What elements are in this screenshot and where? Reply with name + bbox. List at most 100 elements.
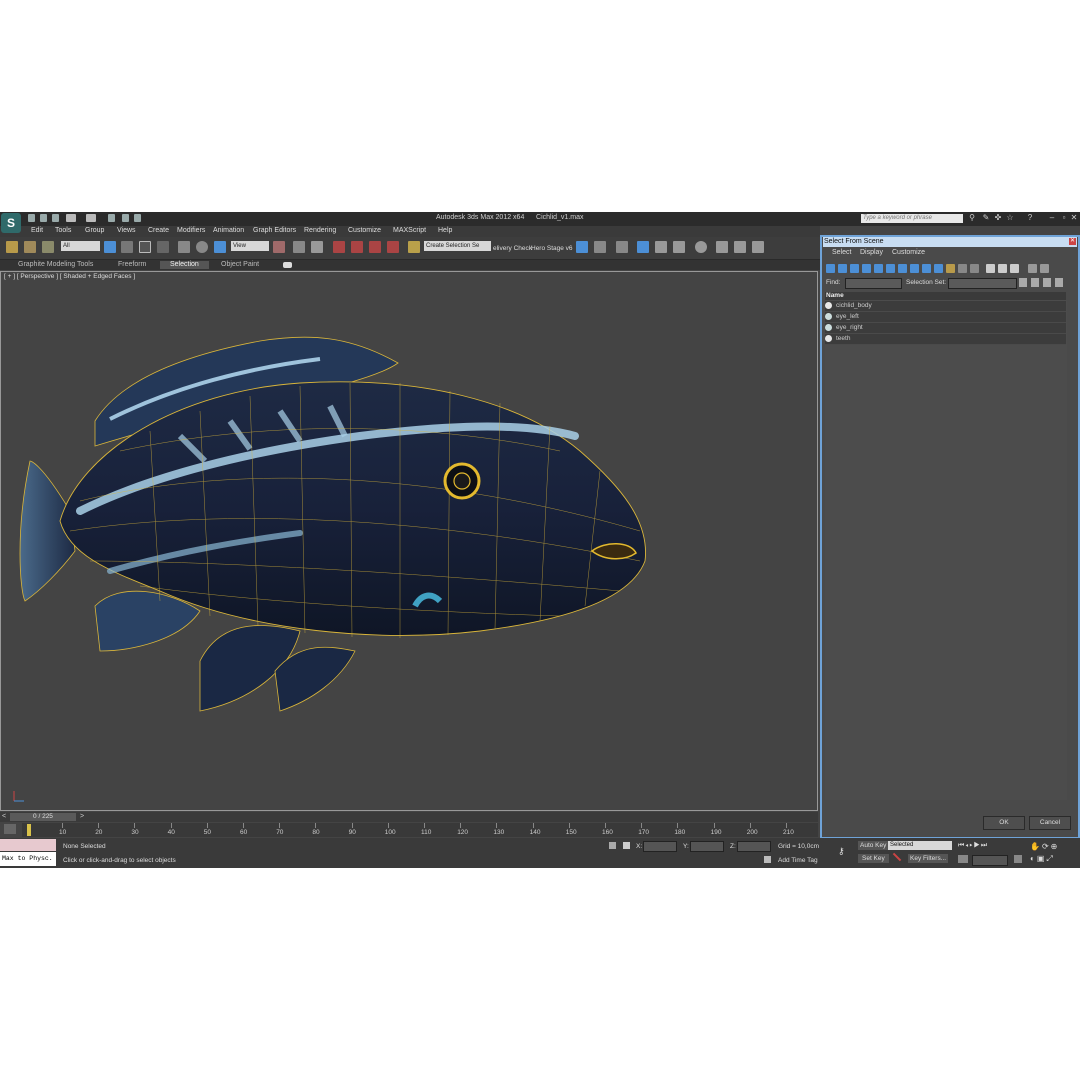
menu-help[interactable]: Help xyxy=(438,227,452,234)
named-selection-dropdown[interactable]: Create Selection Se xyxy=(424,241,491,251)
graphite-toggle-icon[interactable] xyxy=(637,241,649,253)
time-prev-icon[interactable]: < xyxy=(2,813,6,820)
save-file-icon[interactable] xyxy=(52,214,59,222)
y-coord-field[interactable] xyxy=(690,841,724,852)
rectangle-selection-icon[interactable] xyxy=(139,241,151,253)
favorites-star-icon[interactable]: ☆ xyxy=(1006,214,1014,222)
select-invert-icon[interactable] xyxy=(1055,278,1063,287)
viewport-navigation-controls[interactable]: ✋⟳⊕ ◐▣⤢ xyxy=(1030,841,1078,865)
close-icon[interactable]: ✕ xyxy=(1070,214,1078,222)
add-time-tag[interactable]: Add Time Tag xyxy=(778,857,818,864)
dialog-menu-display[interactable]: Display xyxy=(860,249,883,256)
menu-group[interactable]: Group xyxy=(85,227,104,234)
absolute-mode-icon[interactable] xyxy=(623,842,630,849)
new-file-icon[interactable] xyxy=(28,214,35,222)
sync-selection-icon[interactable] xyxy=(1010,264,1019,273)
list-item[interactable]: cichlid_body xyxy=(825,301,1066,312)
find-input[interactable] xyxy=(845,278,902,289)
display-shapes-icon[interactable] xyxy=(838,264,847,273)
menu-graph-editors[interactable]: Graph Editors xyxy=(253,227,296,234)
display-hidden-icon[interactable] xyxy=(958,264,967,273)
open-file-icon[interactable] xyxy=(40,214,47,222)
display-frozen-icon[interactable] xyxy=(946,264,955,273)
display-helpers-icon[interactable] xyxy=(874,264,883,273)
time-slider-thumb[interactable]: 0 / 225 xyxy=(10,813,76,821)
list-item[interactable]: teeth xyxy=(825,334,1066,345)
display-all-icon[interactable] xyxy=(970,264,979,273)
lock-selection-icon[interactable] xyxy=(609,842,616,849)
rendered-frame-window-icon[interactable] xyxy=(734,241,746,253)
fish-model[interactable] xyxy=(0,271,818,811)
rotate-icon[interactable] xyxy=(196,241,208,253)
restore-icon[interactable]: ▫ xyxy=(1060,214,1068,222)
menu-create[interactable]: Create xyxy=(148,227,169,234)
display-bones-icon[interactable] xyxy=(922,264,931,273)
list-item[interactable]: eye_right xyxy=(825,323,1066,334)
menu-rendering[interactable]: Rendering xyxy=(304,227,336,234)
selection-filter-dropdown[interactable]: All xyxy=(61,241,100,251)
dialog-menu-customize[interactable]: Customize xyxy=(892,249,925,256)
help-icon[interactable]: ? xyxy=(1026,214,1034,222)
key-mode-toggle-icon[interactable] xyxy=(958,855,968,863)
tab-selection[interactable]: Selection xyxy=(160,261,209,269)
menu-tools[interactable]: Tools xyxy=(55,227,71,234)
pivot-center-icon[interactable] xyxy=(273,241,285,253)
time-slider[interactable] xyxy=(0,812,818,822)
cancel-button[interactable]: Cancel xyxy=(1029,816,1071,830)
dialog-menu-select[interactable]: Select xyxy=(832,249,851,256)
time-config-icon[interactable] xyxy=(1014,855,1022,863)
tab-freeform[interactable]: Freeform xyxy=(118,261,146,269)
tools-icon[interactable]: ✎ xyxy=(982,214,990,222)
align-icon[interactable] xyxy=(594,241,606,253)
display-space-warps-icon[interactable] xyxy=(886,264,895,273)
menu-modifiers[interactable]: Modifiers xyxy=(177,227,205,234)
minimize-icon[interactable]: – xyxy=(1048,214,1056,222)
menu-edit[interactable]: Edit xyxy=(31,227,43,234)
display-xrefs-icon[interactable] xyxy=(910,264,919,273)
select-object-icon[interactable] xyxy=(104,241,116,253)
maxscript-listener-input[interactable]: Max to Physc. xyxy=(0,852,56,866)
curve-editor-icon[interactable] xyxy=(655,241,667,253)
z-coord-field[interactable] xyxy=(737,841,771,852)
spinner-snap-icon[interactable] xyxy=(387,241,399,253)
filter-options-icon[interactable] xyxy=(1040,264,1049,273)
selection-set-options-icon[interactable] xyxy=(1019,278,1027,287)
dialog-close-icon[interactable]: ✕ xyxy=(1069,238,1076,245)
help-search-input[interactable]: Type a keyword or phrase xyxy=(861,214,963,223)
hero-stage-label[interactable]: Hero Stage v6 xyxy=(531,245,573,252)
menu-maxscript[interactable]: MAXScript xyxy=(393,227,426,234)
render-setup-icon[interactable] xyxy=(716,241,728,253)
list-item[interactable]: eye_left xyxy=(825,312,1066,323)
render-teapot-icon[interactable] xyxy=(752,241,764,253)
menu-customize[interactable]: Customize xyxy=(348,227,381,234)
select-none-icon[interactable] xyxy=(1043,278,1051,287)
layer-manager-icon[interactable] xyxy=(616,241,628,253)
display-none-icon[interactable] xyxy=(986,264,995,273)
unlink-icon[interactable] xyxy=(24,241,36,253)
key-icon[interactable]: ⚷ xyxy=(838,847,852,856)
object-list[interactable] xyxy=(825,300,1067,800)
auto-key-button[interactable]: Auto Key xyxy=(858,841,889,850)
select-by-name-icon[interactable] xyxy=(121,241,133,253)
binoculars-icon[interactable]: ⚲ xyxy=(968,214,976,222)
x-coord-field[interactable] xyxy=(643,841,677,852)
time-next-icon[interactable]: > xyxy=(80,813,84,820)
set-key-button[interactable]: Set Key xyxy=(858,854,889,863)
reference-coord-dropdown[interactable]: View xyxy=(231,241,269,251)
display-geometry-icon[interactable] xyxy=(826,264,835,273)
playback-controls[interactable]: ⏮◂▸▶⏭ xyxy=(958,842,1010,850)
bind-space-warp-icon[interactable] xyxy=(42,241,54,253)
project-folder-icon[interactable] xyxy=(108,214,115,222)
delivery-check-label[interactable]: elivery Check xyxy=(493,245,532,252)
edit-named-selection-icon[interactable] xyxy=(408,241,420,253)
key-filters-button[interactable]: Key Filters... xyxy=(908,854,949,863)
mini-curve-editor-icon[interactable] xyxy=(4,824,16,834)
ribbon-toggle-icon[interactable] xyxy=(283,262,292,268)
select-manipulate-icon[interactable] xyxy=(293,241,305,253)
redo-icon[interactable] xyxy=(86,214,96,222)
undo-icon[interactable] xyxy=(66,214,76,222)
filter-icon[interactable] xyxy=(1028,264,1037,273)
exchange-icon[interactable]: ✜ xyxy=(994,214,1002,222)
link-icon[interactable] xyxy=(6,241,18,253)
window-icon-2[interactable] xyxy=(134,214,141,222)
